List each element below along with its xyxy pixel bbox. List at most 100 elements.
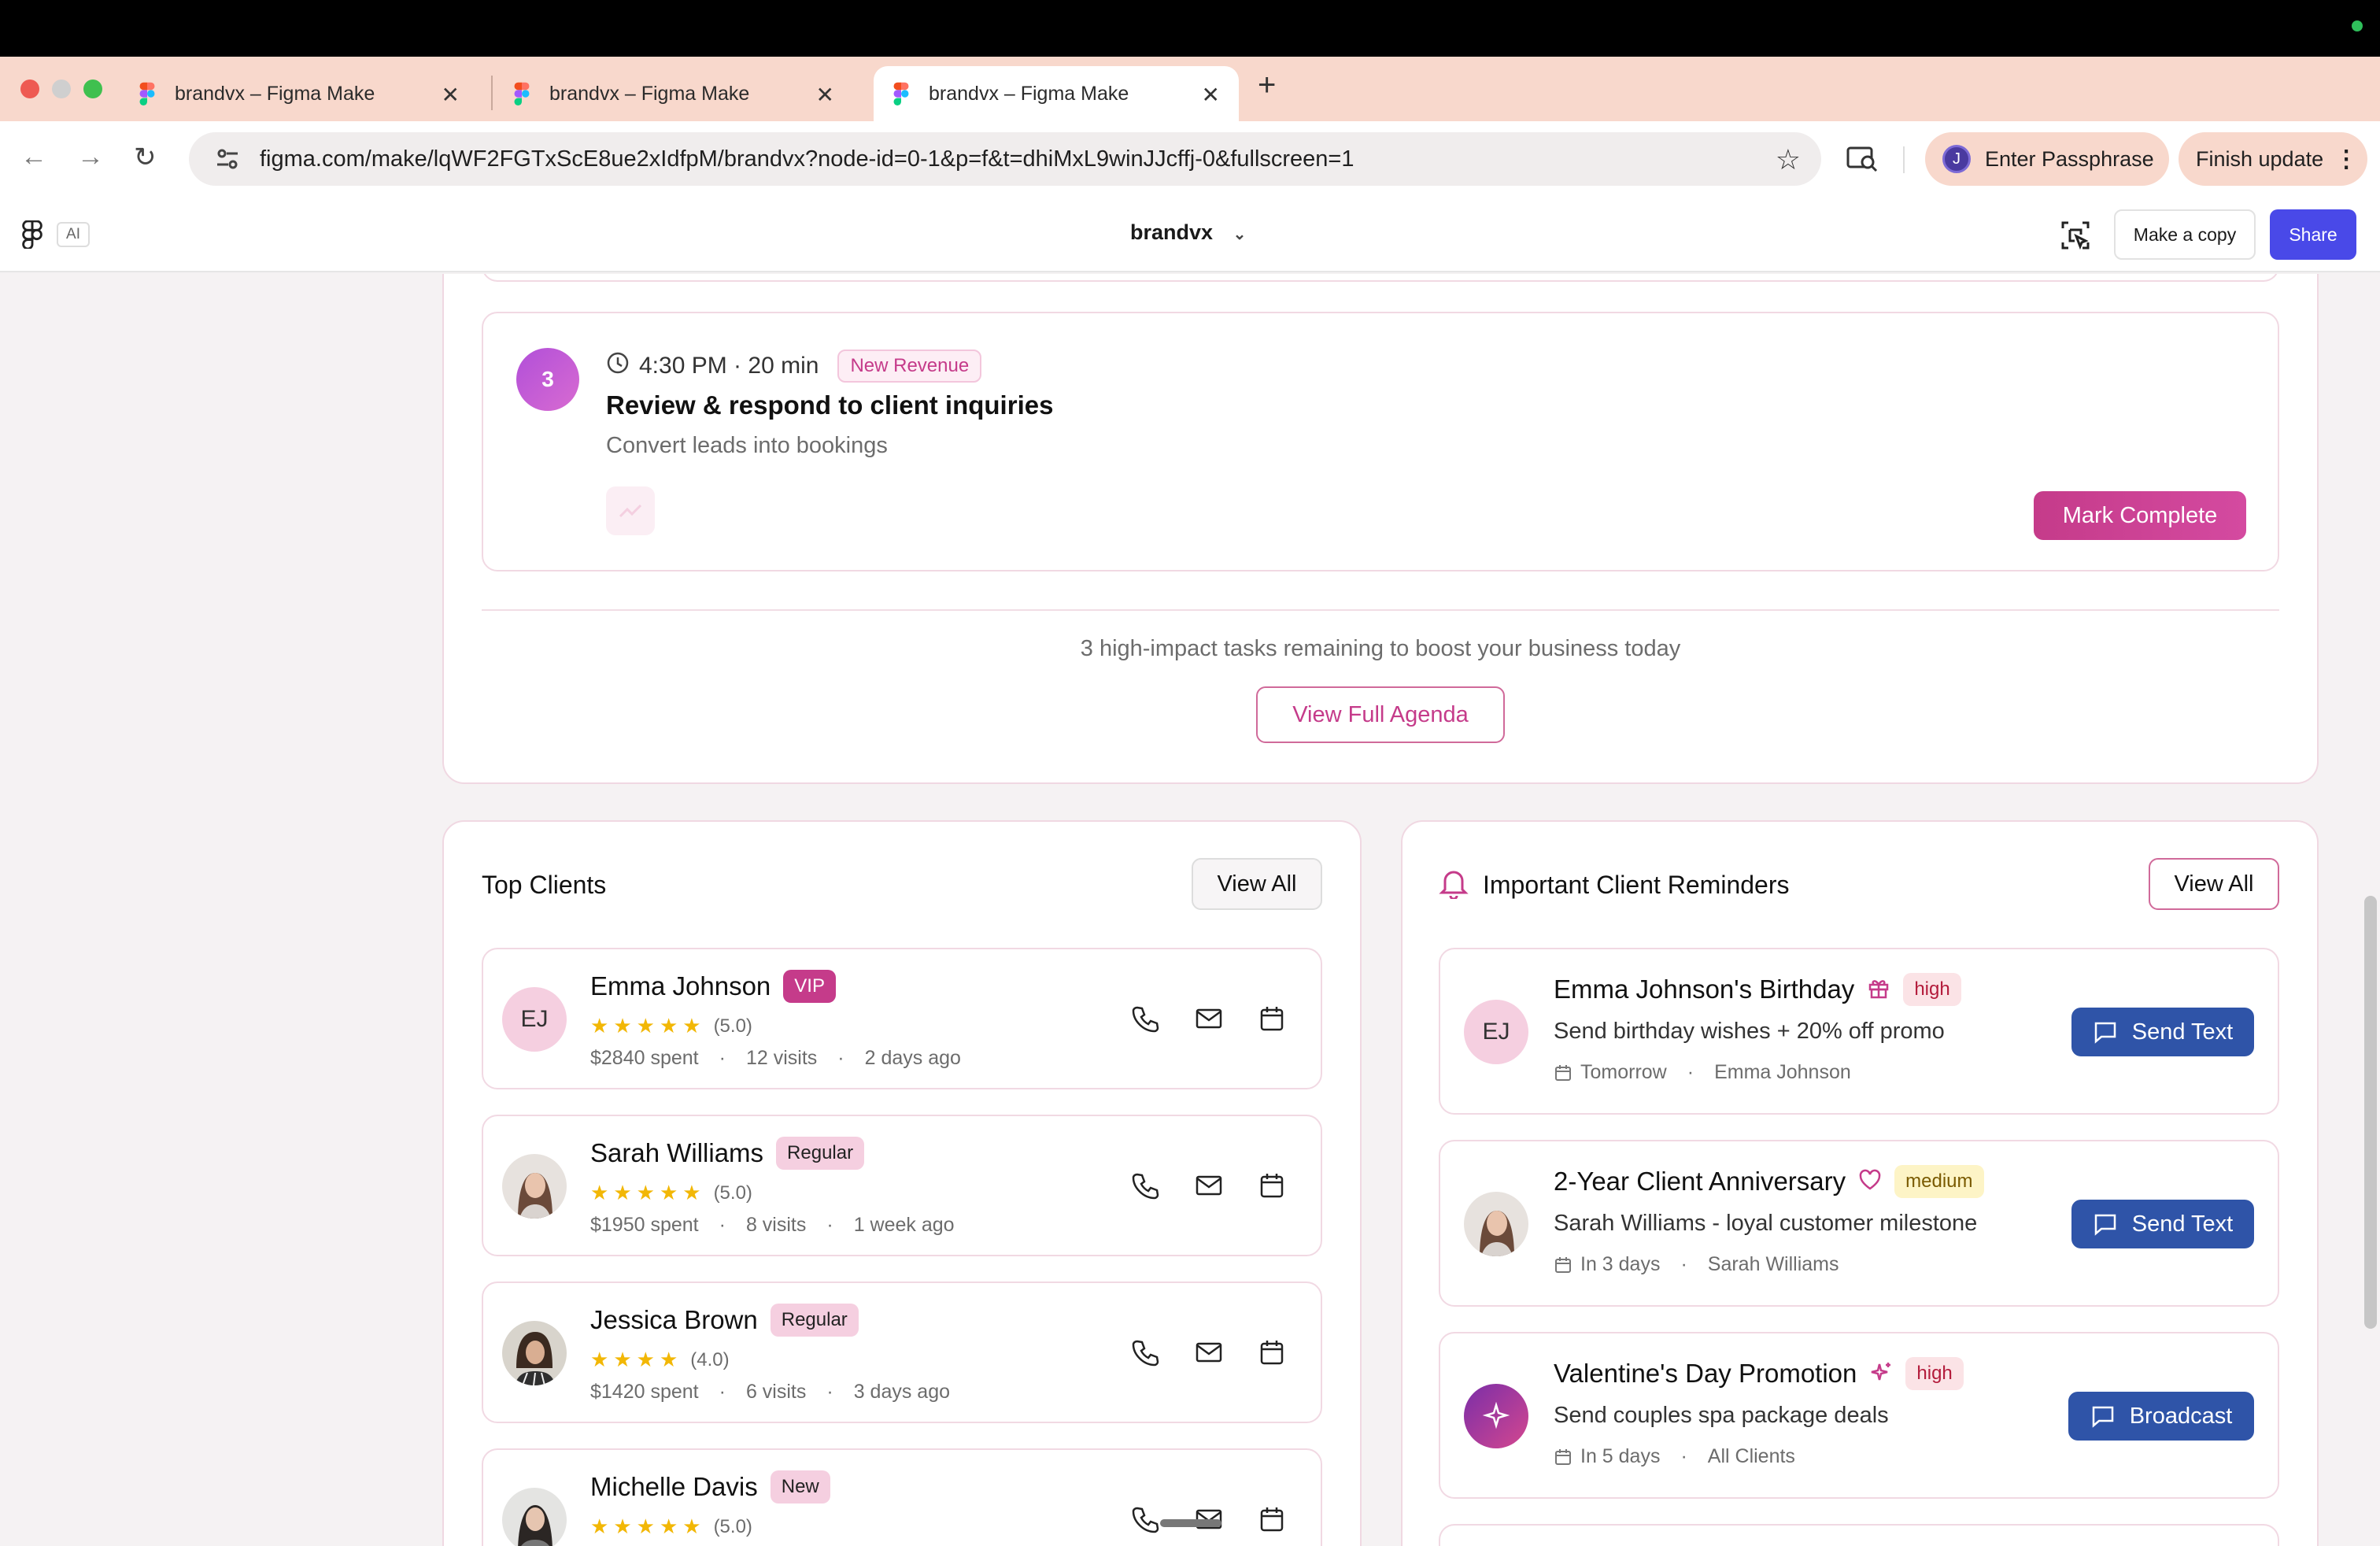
client-stats: $1420 spent · 6 visits · 3 days ago <box>590 1381 950 1404</box>
reminder-title: Valentine's Day Promotion <box>1554 1359 1857 1388</box>
client-name: Emma Johnson <box>590 971 771 1000</box>
close-window-button[interactable] <box>20 80 39 98</box>
sparkle-icon <box>1869 1360 1893 1388</box>
tab-2[interactable]: brandvx – Figma Make ✕ <box>507 66 853 121</box>
broadcast-button[interactable]: Broadcast <box>2068 1392 2254 1441</box>
calendar-icon[interactable] <box>1256 1503 1288 1535</box>
client-name-line: Sarah Williams Regular <box>590 1137 865 1170</box>
mail-icon[interactable] <box>1193 1337 1225 1368</box>
reminder-when: In 3 days <box>1580 1253 1661 1275</box>
view-full-agenda-button[interactable]: View Full Agenda <box>1256 686 1505 743</box>
mail-icon[interactable] <box>1193 1003 1225 1034</box>
finish-update-button[interactable]: Finish update ⋮ <box>2179 132 2367 186</box>
client-row-emma[interactable]: EJ Emma Johnson VIP ★ ★ ★ ★ ★ (5.0) $2840 sp… <box>482 948 1322 1089</box>
share-button[interactable]: Share <box>2270 209 2356 260</box>
inspect-icon[interactable] <box>2060 220 2090 254</box>
reminder-meta: Tomorrow · Emma Johnson <box>1554 1061 1851 1084</box>
star-icon: ★ <box>590 1348 609 1371</box>
document-title[interactable]: brandvx ⌄ <box>1130 220 1246 245</box>
priority-badge: high <box>1905 1357 1964 1390</box>
back-icon[interactable]: ← <box>20 142 47 172</box>
client-stats: $2840 spent · 12 visits · 2 days ago <box>590 1047 961 1070</box>
close-tab-icon[interactable]: ✕ <box>442 82 460 108</box>
tab-1[interactable]: brandvx – Figma Make ✕ <box>132 66 479 121</box>
client-tier-badge: New <box>770 1470 830 1503</box>
new-tab-button[interactable]: + <box>1258 68 1276 103</box>
bookmark-star-icon[interactable]: ☆ <box>1776 143 1801 176</box>
previous-task-card <box>482 274 2279 282</box>
action-label: Send Text <box>2131 1211 2234 1237</box>
star-icon: ★ <box>636 1515 655 1538</box>
more-menu-icon[interactable]: ⋮ <box>2334 146 2358 173</box>
rating-stars: ★ ★ ★ ★ ★ (5.0) <box>590 1181 752 1205</box>
client-stats: $1950 spent · 8 visits · 1 week ago <box>590 1214 955 1237</box>
avatar <box>502 1321 567 1385</box>
phone-icon[interactable] <box>1130 1003 1162 1034</box>
make-a-copy-button[interactable]: Make a copy <box>2114 209 2256 260</box>
mark-complete-button[interactable]: Mark Complete <box>2034 491 2246 540</box>
task-time: 4:30 PM · 20 min <box>639 353 819 379</box>
client-name-line: Jessica Brown Regular <box>590 1304 859 1337</box>
top-clients-title: Top Clients <box>482 871 607 899</box>
phone-icon[interactable] <box>1130 1337 1162 1368</box>
mouse-cursor-marker <box>1160 1519 1221 1527</box>
star-icon: ★ <box>659 1515 678 1538</box>
top-clients-view-all-button[interactable]: View All <box>1192 858 1322 910</box>
rating-stars: ★ ★ ★ ★ (4.0) <box>590 1348 730 1372</box>
client-visits: 8 visits <box>745 1214 807 1236</box>
client-row-jessica[interactable]: Jessica Brown Regular ★ ★ ★ ★ (4.0) $1420 s… <box>482 1282 1322 1423</box>
send-text-button[interactable]: Send Text <box>2071 1200 2254 1248</box>
phone-icon[interactable] <box>1130 1170 1162 1201</box>
figma-menu-icon[interactable] <box>22 220 42 253</box>
reload-icon[interactable]: ↻ <box>134 142 157 173</box>
reminder-birthday: EJ Emma Johnson's Birthday high Send bir… <box>1439 948 2279 1115</box>
client-spent: $1950 spent <box>590 1214 699 1236</box>
reminders-view-all-button[interactable]: View All <box>2149 858 2279 910</box>
tab-3-active[interactable]: brandvx – Figma Make ✕ <box>874 66 1239 121</box>
calendar-icon[interactable] <box>1256 1003 1288 1034</box>
separator-dot: · <box>719 1381 726 1403</box>
toolbar-divider <box>1903 146 1905 173</box>
calendar-icon[interactable] <box>1256 1337 1288 1368</box>
reminder-meta: In 3 days · Sarah Williams <box>1554 1253 1839 1276</box>
trend-icon[interactable] <box>606 486 655 535</box>
page-scrollbar[interactable] <box>2364 896 2377 1329</box>
prototype-canvas: 3 4:30 PM · 20 min New Revenue Review & … <box>0 274 2380 1546</box>
client-row-michelle[interactable]: Michelle Davis New ★ ★ ★ ★ ★ (5.0) <box>482 1448 1322 1546</box>
passphrase-button[interactable]: J Enter Passphrase <box>1925 132 2169 186</box>
send-text-button[interactable]: Send Text <box>2071 1008 2254 1056</box>
close-tab-icon[interactable]: ✕ <box>816 82 834 108</box>
phone-icon[interactable] <box>1130 1503 1162 1535</box>
star-icon: ★ <box>613 1014 632 1037</box>
site-settings-icon[interactable] <box>214 146 241 172</box>
search-tabs-icon[interactable] <box>1846 145 1878 177</box>
reminder-description: Send birthday wishes + 20% off promo <box>1554 1019 1945 1044</box>
star-icon: ★ <box>636 1348 655 1371</box>
maximize-window-button[interactable] <box>83 80 102 98</box>
gift-icon <box>1867 976 1890 1004</box>
forward-icon[interactable]: → <box>77 142 104 172</box>
agenda-summary: 3 high-impact tasks remaining to boost y… <box>1080 636 1681 661</box>
client-row-sarah[interactable]: Sarah Williams Regular ★ ★ ★ ★ ★ (5.0) $1950… <box>482 1115 1322 1256</box>
star-icon: ★ <box>613 1348 632 1371</box>
reminder-next-partial <box>1439 1524 2279 1546</box>
tab-title: brandvx – Figma Make <box>929 82 1129 105</box>
separator-dot: · <box>719 1047 726 1069</box>
star-icon: ★ <box>659 1181 678 1204</box>
reminders-title: Important Client Reminders <box>1483 871 1790 899</box>
separator-dot: · <box>826 1381 833 1403</box>
reminder-title-line: Valentine's Day Promotion high <box>1554 1357 1964 1390</box>
star-icon: ★ <box>636 1181 655 1204</box>
reminder-title: 2-Year Client Anniversary <box>1554 1167 1846 1196</box>
heart-icon <box>1858 1169 1882 1195</box>
star-icon: ★ <box>613 1515 632 1538</box>
mail-icon[interactable] <box>1193 1170 1225 1201</box>
finish-update-label: Finish update <box>2196 146 2324 171</box>
ai-badge[interactable]: AI <box>57 222 90 247</box>
calendar-icon[interactable] <box>1256 1170 1288 1201</box>
reminder-who: Emma Johnson <box>1714 1061 1851 1083</box>
close-tab-icon[interactable]: ✕ <box>1202 82 1220 108</box>
star-icon: ★ <box>682 1014 701 1037</box>
minimize-window-button[interactable] <box>52 80 71 98</box>
url-bar[interactable]: figma.com/make/lqWF2FGTxScE8ue2xIdfpM/br… <box>189 132 1821 186</box>
